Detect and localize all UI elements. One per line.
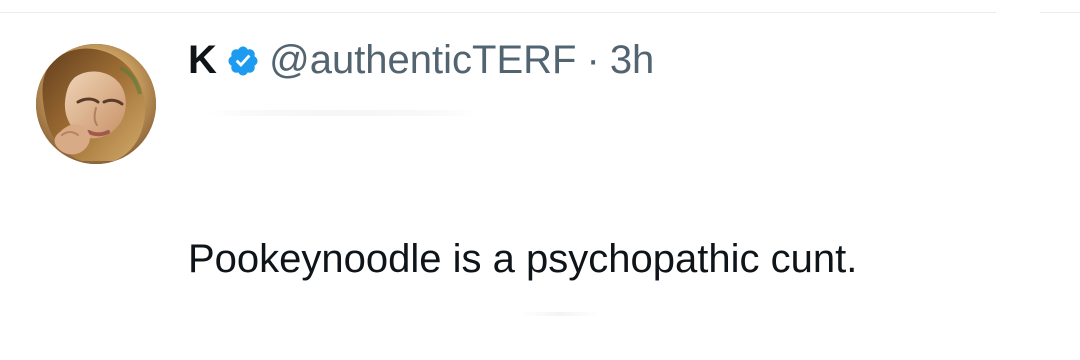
background-smudge [208, 110, 478, 116]
avatar-image [36, 44, 156, 164]
display-name[interactable]: K [188, 40, 217, 80]
tweet-text: Pookeynoodle is a psychopathic cunt. [188, 237, 858, 281]
username-handle[interactable]: @authenticTERF [269, 40, 576, 80]
verified-badge-icon [225, 43, 261, 79]
top-divider-right [1040, 12, 1080, 13]
separator-dot: · [586, 38, 600, 82]
tweet-header: K @authenticTERF · 3h [188, 40, 654, 80]
top-divider [0, 12, 996, 13]
profile-avatar[interactable] [36, 44, 156, 164]
post-timestamp[interactable]: 3h [610, 40, 655, 80]
background-smudge [520, 312, 600, 316]
